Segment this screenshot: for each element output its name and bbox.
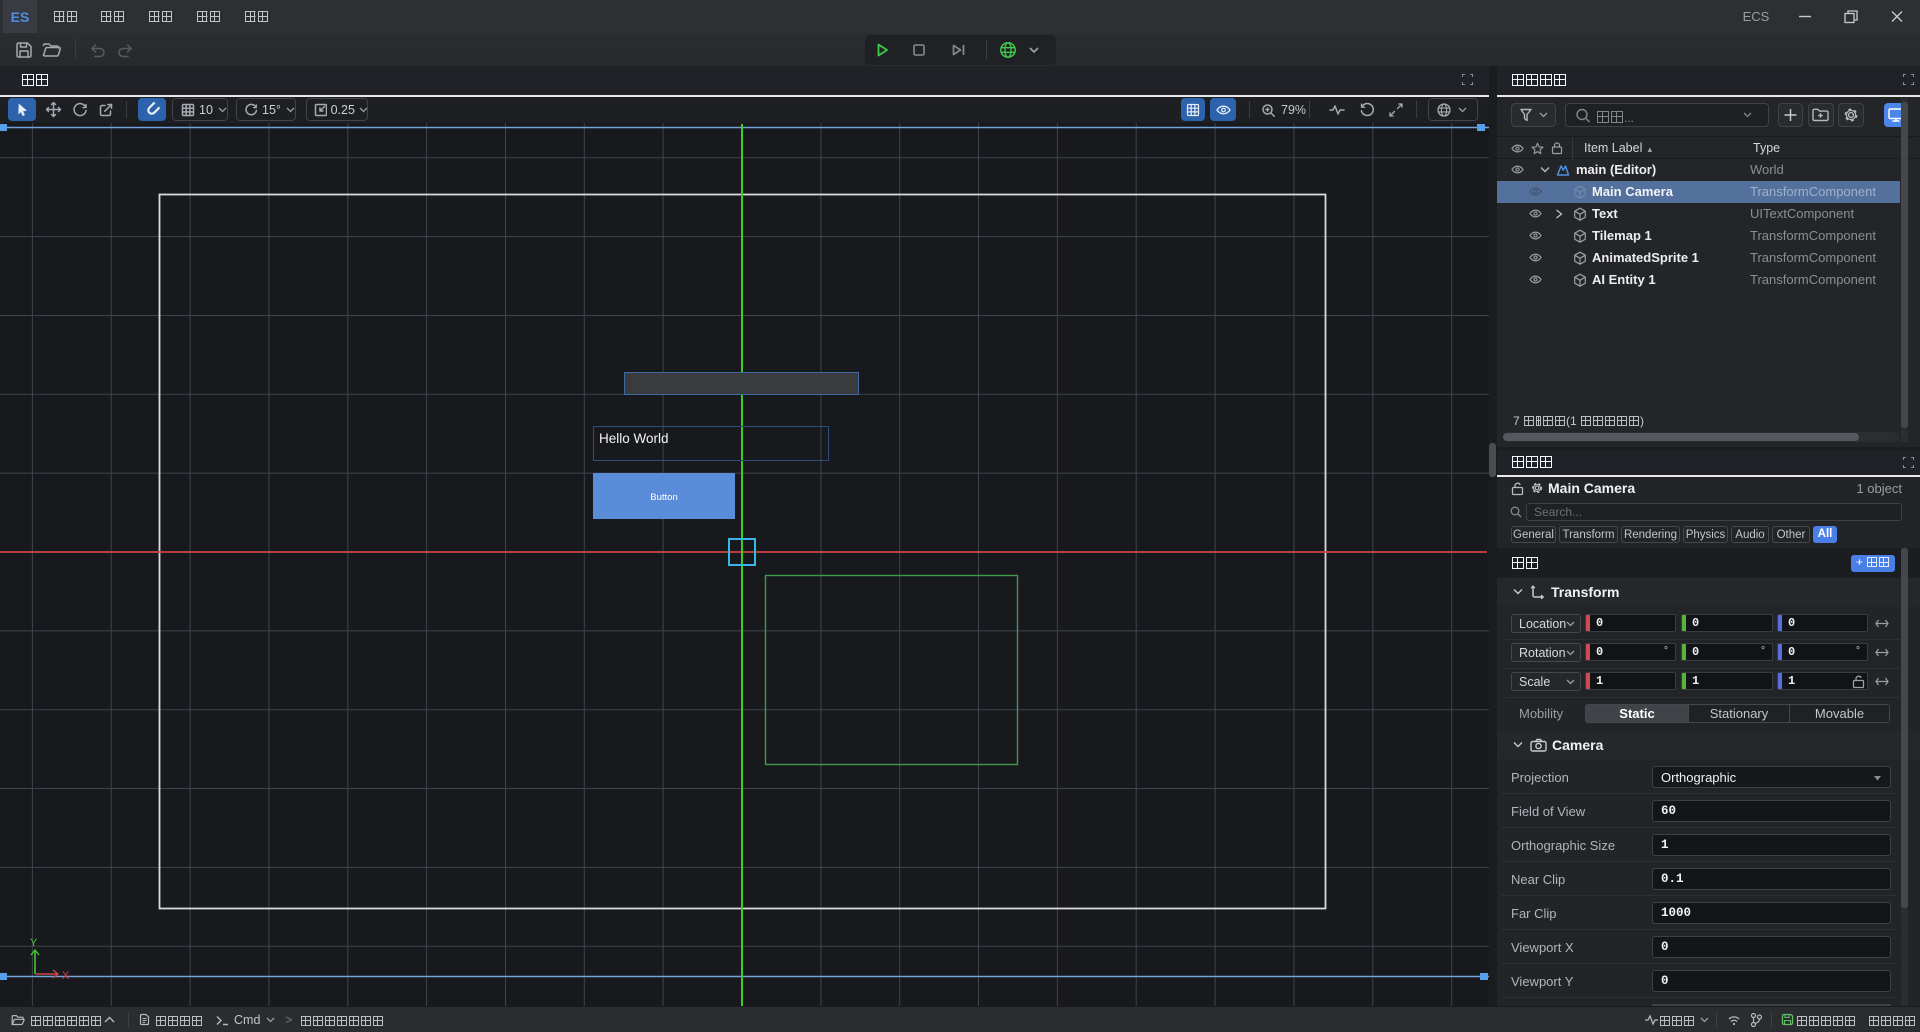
- svg-text:Button: Button: [650, 492, 677, 503]
- svg-text:Y: Y: [30, 937, 38, 949]
- svg-text:X: X: [62, 970, 70, 982]
- svg-text:Hello World: Hello World: [599, 431, 669, 446]
